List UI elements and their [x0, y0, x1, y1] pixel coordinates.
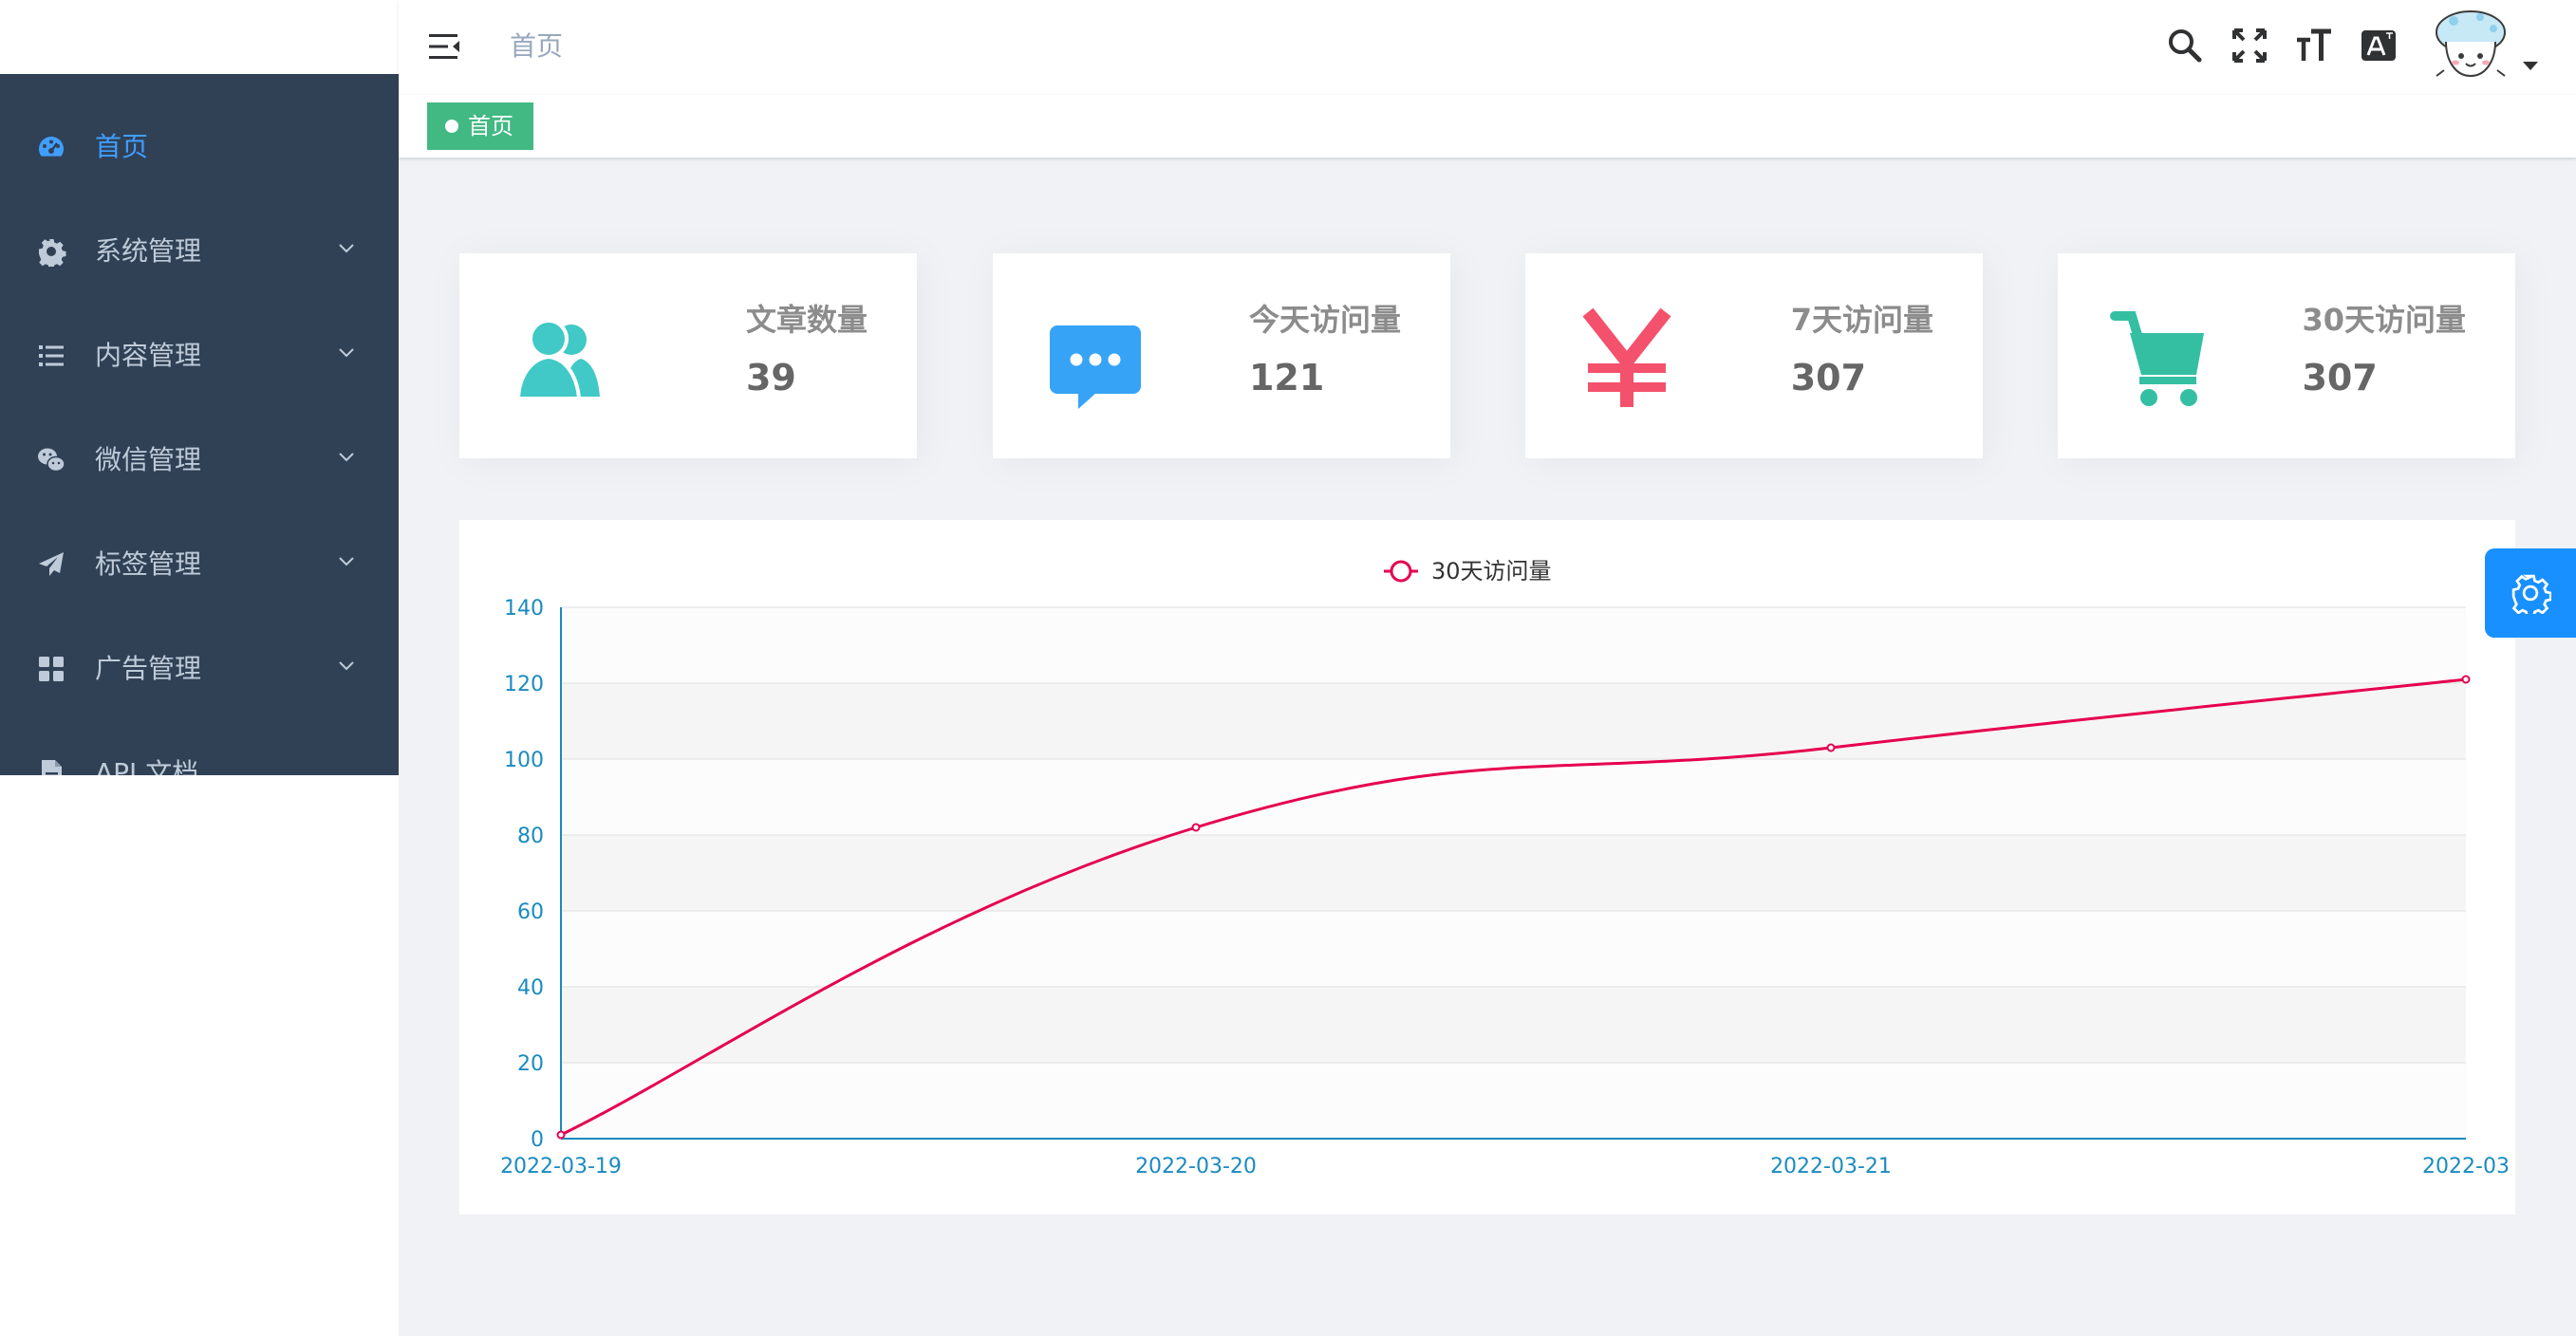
shopping-cart-icon: [2110, 311, 2204, 406]
sidebar-item-label: API 文档: [95, 757, 199, 775]
stat-label: 文章数量: [745, 302, 868, 338]
tag-dot-icon: [445, 120, 458, 133]
stat-text: 7天访问量 307: [1791, 301, 1933, 399]
chevron-down-icon: [339, 244, 354, 253]
list-icon: [39, 345, 64, 366]
stat-label: 今天访问量: [1248, 302, 1401, 338]
y-tick-label: 20: [517, 1052, 544, 1076]
stat-label: 7天访问量: [1790, 302, 1933, 338]
avatar[interactable]: [2425, 4, 2516, 85]
grid-icon: [39, 657, 64, 681]
fullscreen-icon[interactable]: [2231, 27, 2268, 65]
y-tick-label: 120: [504, 673, 544, 696]
legend-label: 30天访问量: [1431, 558, 1552, 584]
grid-band: [561, 759, 2466, 835]
sidebar-item-label: 内容管理: [95, 340, 202, 371]
stat-card-30day-visits[interactable]: 30天访问量 307: [2058, 253, 2515, 458]
sidebar: 首页 系统管理 内容管理 微信管理 标签管理 广告管理 API 文档: [0, 0, 399, 1336]
y-tick-label: 60: [517, 900, 544, 924]
x-tick-label: 2022-03-21: [1770, 1155, 1892, 1178]
caret-down-icon[interactable]: [2523, 62, 2538, 70]
stat-value: 307: [1790, 357, 1867, 399]
grid-band: [561, 835, 2466, 911]
stat-text: 文章数量 39: [746, 301, 868, 399]
dashboard-icon: [39, 137, 64, 157]
stat-value: 121: [1248, 357, 1325, 399]
grid-band: [561, 607, 2466, 683]
sidebar-item-home[interactable]: 首页: [0, 97, 399, 201]
y-tick-label: 80: [517, 825, 544, 848]
sidebar-item-label: 微信管理: [95, 444, 202, 475]
chevron-down-icon: [339, 348, 354, 358]
stat-card-today-visits[interactable]: 今天访问量 121: [993, 253, 1450, 458]
x-tick-label: 2022-03-20: [1135, 1155, 1257, 1178]
y-tick-label: 40: [517, 976, 544, 1000]
tags-view: 首页: [399, 95, 2576, 158]
data-point: [556, 1130, 566, 1140]
grid-band: [561, 683, 2466, 759]
sidebar-item-content[interactable]: 内容管理: [0, 306, 399, 410]
sidebar-item-api-docs[interactable]: API 文档: [0, 723, 399, 775]
users-icon: [515, 319, 600, 400]
stat-text: 30天访问量 307: [2302, 301, 2466, 399]
search-icon[interactable]: [2166, 27, 2204, 65]
sidebar-item-wechat[interactable]: 微信管理: [0, 410, 399, 514]
tag-home[interactable]: 首页: [427, 102, 533, 150]
y-tick-label: 140: [504, 597, 544, 621]
data-point: [2461, 675, 2471, 684]
sidebar-item-label: 系统管理: [95, 235, 202, 267]
stat-value: 307: [2302, 357, 2378, 399]
sidebar-item-tags[interactable]: 标签管理: [0, 514, 399, 619]
chevron-down-icon: [339, 557, 354, 566]
y-tick-label: 100: [504, 749, 544, 772]
navbar: 首页: [399, 0, 2576, 95]
breadcrumb: 首页: [510, 30, 564, 62]
stat-value: 39: [745, 357, 796, 399]
sidebar-item-label: 首页: [95, 131, 149, 162]
sidebar-item-ads[interactable]: 广告管理: [0, 619, 399, 723]
chevron-down-icon: [339, 453, 354, 462]
chevron-down-icon: [339, 661, 354, 671]
message-icon: [1050, 325, 1141, 409]
language-icon[interactable]: [2360, 27, 2398, 65]
grid-band: [561, 1063, 2466, 1139]
yen-icon: [1582, 307, 1671, 407]
gear-icon: [2511, 574, 2551, 614]
stat-card-7day-visits[interactable]: 7天访问量 307: [1525, 253, 1983, 458]
tag-label: 首页: [468, 113, 513, 139]
stat-card-articles[interactable]: 文章数量 39: [459, 253, 917, 458]
data-point: [1191, 823, 1201, 832]
line-chart-panel: 0 20 40 60 80 100 120 140 2022-03-19 2022-03-20 20…: [459, 520, 2515, 1215]
sidebar-item-label: 广告管理: [95, 653, 202, 684]
stat-label: 30天访问量: [2302, 302, 2466, 338]
hamburger-icon[interactable]: [429, 32, 461, 61]
sidebar-item-label: 标签管理: [95, 548, 202, 580]
document-icon: [42, 760, 62, 775]
paper-plane-icon: [39, 552, 64, 576]
settings-button[interactable]: [2485, 548, 2576, 638]
x-tick-label: 2022-03-19: [500, 1155, 622, 1178]
stat-text: 今天访问量 121: [1249, 301, 1401, 399]
gear-icon: [39, 239, 66, 267]
y-tick-label: 0: [531, 1128, 544, 1152]
sidebar-item-system[interactable]: 系统管理: [0, 201, 399, 306]
x-tick-label: 2022-03: [2422, 1155, 2510, 1178]
data-point: [1826, 743, 1836, 752]
sidebar-menu: 首页 系统管理 内容管理 微信管理 标签管理 广告管理 API 文档: [0, 74, 399, 775]
wechat-icon: [38, 448, 65, 473]
legend-marker: [1390, 560, 1412, 583]
grid-band: [561, 987, 2466, 1063]
font-size-icon[interactable]: [2295, 27, 2333, 65]
line-chart: 0 20 40 60 80 100 120 140 2022-03-19 2022-03-20 20…: [500, 558, 2510, 1178]
